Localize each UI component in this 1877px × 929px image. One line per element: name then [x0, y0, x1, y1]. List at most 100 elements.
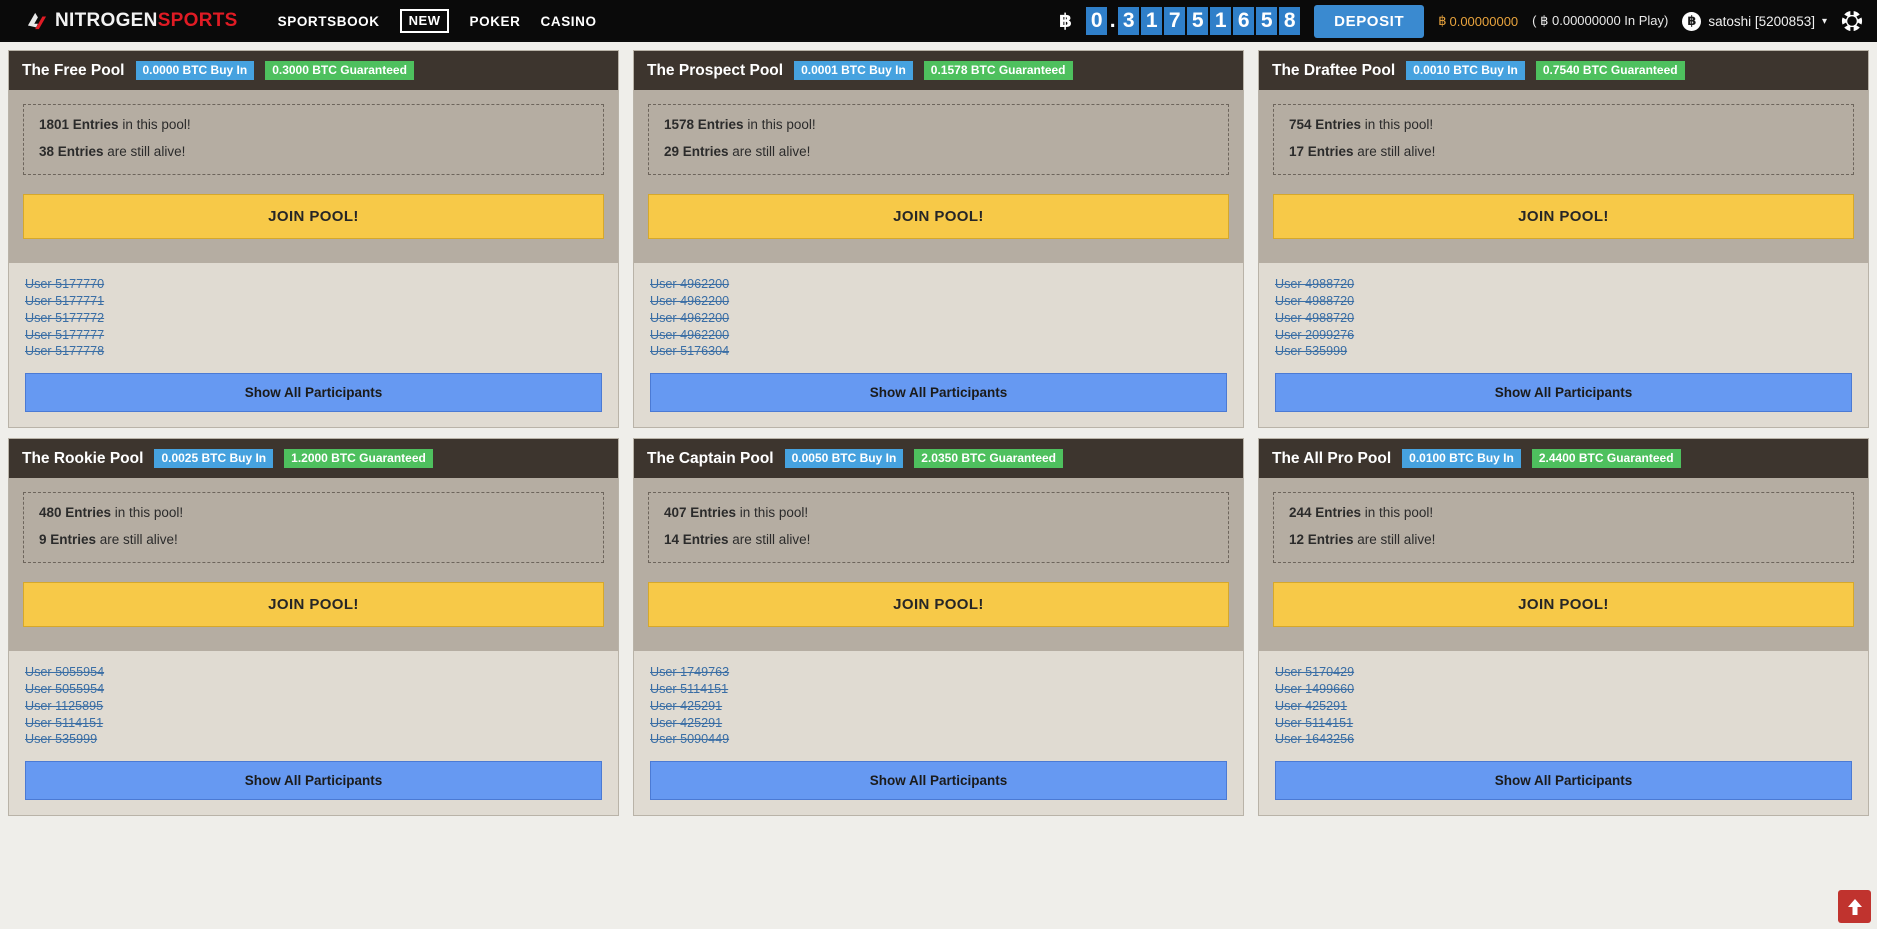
participant-link[interactable]: User 4962200 [650, 327, 1227, 344]
balance-digit: 3 [1118, 7, 1139, 35]
buy-in-badge: 0.0000 BTC Buy In [136, 61, 255, 80]
pool-card-body: 1578 Entries in this pool!29 Entries are… [634, 90, 1243, 263]
username-label: satoshi [5200853] [1708, 14, 1815, 29]
participant-link[interactable]: User 5177777 [25, 327, 602, 344]
entries-total-line: 754 Entries in this pool! [1289, 118, 1838, 132]
entries-alive-suffix: are still alive! [729, 532, 811, 547]
join-pool-button[interactable]: JOIN POOL! [23, 194, 604, 239]
balance-digit: 7 [1164, 7, 1185, 35]
nav-item-casino[interactable]: CASINO [541, 14, 597, 29]
entries-alive-line: 17 Entries are still alive! [1289, 145, 1838, 159]
participant-link[interactable]: User 5114151 [1275, 715, 1852, 732]
participant-link[interactable]: User 5170429 [1275, 664, 1852, 681]
participant-link[interactable]: User 5090449 [650, 731, 1227, 748]
participant-link[interactable]: User 4988720 [1275, 310, 1852, 327]
pool-card-footer: User 5177770User 5177771User 5177772User… [9, 263, 618, 427]
pool-card: The Rookie Pool0.0025 BTC Buy In1.2000 B… [8, 438, 619, 816]
entries-alive-count: 12 Entries [1289, 532, 1354, 547]
bonus-balance-value: 0.00000000 [1449, 14, 1518, 29]
deposit-button[interactable]: DEPOSIT [1314, 5, 1424, 38]
show-all-participants-button[interactable]: Show All Participants [650, 761, 1227, 800]
participant-link[interactable]: User 5114151 [650, 681, 1227, 698]
entries-total-line: 1801 Entries in this pool! [39, 118, 588, 132]
brand-logo[interactable]: NITROGENSPORTS [26, 10, 238, 32]
nav-item-new[interactable]: NEW [400, 9, 450, 33]
entries-alive-line: 9 Entries are still alive! [39, 533, 588, 547]
participant-link[interactable]: User 1749763 [650, 664, 1227, 681]
nav-item-poker[interactable]: POKER [469, 14, 520, 29]
entries-total-suffix: in this pool! [1361, 117, 1433, 132]
show-all-participants-button[interactable]: Show All Participants [1275, 761, 1852, 800]
join-pool-button[interactable]: JOIN POOL! [648, 194, 1229, 239]
brand-name-secondary: SPORTS [158, 10, 238, 31]
participant-link[interactable]: User 5114151 [25, 715, 602, 732]
participant-link[interactable]: User 4962200 [650, 293, 1227, 310]
entries-alive-count: 38 Entries [39, 144, 104, 159]
pool-card: The Prospect Pool0.0001 BTC Buy In0.1578… [633, 50, 1244, 428]
pool-grid: The Free Pool0.0000 BTC Buy In0.3000 BTC… [0, 42, 1877, 816]
entries-total-count: 1578 Entries [664, 117, 744, 132]
participant-link[interactable]: User 4988720 [1275, 293, 1852, 310]
guaranteed-badge: 0.7540 BTC Guaranteed [1536, 61, 1685, 80]
join-pool-button[interactable]: JOIN POOL! [23, 582, 604, 627]
user-menu[interactable]: ฿ satoshi [5200853] ▾ [1682, 12, 1827, 31]
entries-total-suffix: in this pool! [744, 117, 816, 132]
show-all-participants-button[interactable]: Show All Participants [25, 761, 602, 800]
participant-link[interactable]: User 4988720 [1275, 276, 1852, 293]
guaranteed-badge: 0.3000 BTC Guaranteed [265, 61, 414, 80]
participant-link[interactable]: User 5177771 [25, 293, 602, 310]
participant-link[interactable]: User 4962200 [650, 310, 1227, 327]
entries-alive-suffix: are still alive! [96, 532, 178, 547]
pool-card-footer: User 1749763User 5114151User 425291User … [634, 651, 1243, 815]
chevron-down-icon: ▾ [1822, 16, 1827, 27]
participant-link[interactable]: User 5177778 [25, 343, 602, 360]
join-pool-button[interactable]: JOIN POOL! [648, 582, 1229, 627]
show-all-participants-button[interactable]: Show All Participants [25, 373, 602, 412]
balance-digit: 0 [1086, 7, 1107, 35]
buy-in-badge: 0.0010 BTC Buy In [1406, 61, 1525, 80]
balance-odometer[interactable]: 0.31751658 [1086, 7, 1300, 35]
join-pool-button[interactable]: JOIN POOL! [1273, 582, 1854, 627]
bitcoin-symbol-icon-small: ฿ [1438, 13, 1446, 29]
participant-link[interactable]: User 1125895 [25, 698, 602, 715]
pool-card-footer: User 5170429User 1499660User 425291User … [1259, 651, 1868, 815]
buy-in-badge: 0.0025 BTC Buy In [154, 449, 273, 468]
pool-title: The Captain Pool [647, 450, 774, 468]
arrow-up-icon [1847, 898, 1863, 916]
participant-link[interactable]: User 5055954 [25, 681, 602, 698]
poker-chip-icon[interactable] [1841, 10, 1863, 32]
pool-card: The Free Pool0.0000 BTC Buy In0.3000 BTC… [8, 50, 619, 428]
show-all-participants-button[interactable]: Show All Participants [650, 373, 1227, 412]
entries-alive-suffix: are still alive! [729, 144, 811, 159]
pool-stats-box: 480 Entries in this pool!9 Entries are s… [23, 492, 604, 563]
participant-link[interactable]: User 5055954 [25, 664, 602, 681]
pool-card-header: The Rookie Pool0.0025 BTC Buy In1.2000 B… [9, 439, 618, 478]
account-area: ฿ 0.31751658 DEPOSIT ฿0.00000000 ( ฿ 0.0… [1059, 5, 1877, 38]
balance-decimal-point: . [1109, 7, 1116, 35]
participant-link[interactable]: User 425291 [650, 698, 1227, 715]
entries-total-count: 754 Entries [1289, 117, 1361, 132]
participant-link[interactable]: User 535999 [25, 731, 602, 748]
participant-link[interactable]: User 4962200 [650, 276, 1227, 293]
participant-list: User 1749763User 5114151User 425291User … [650, 664, 1227, 748]
user-avatar-icon: ฿ [1682, 12, 1701, 31]
participant-link[interactable]: User 5176304 [650, 343, 1227, 360]
participant-link[interactable]: User 425291 [1275, 698, 1852, 715]
participant-link[interactable]: User 535999 [1275, 343, 1852, 360]
participant-link[interactable]: User 1643256 [1275, 731, 1852, 748]
participant-link[interactable]: User 5177770 [25, 276, 602, 293]
guaranteed-badge: 1.2000 BTC Guaranteed [284, 449, 433, 468]
entries-total-suffix: in this pool! [736, 505, 808, 520]
participant-link[interactable]: User 425291 [650, 715, 1227, 732]
participant-link[interactable]: User 5177772 [25, 310, 602, 327]
participant-link[interactable]: User 1499660 [1275, 681, 1852, 698]
pool-stats-box: 1801 Entries in this pool!38 Entries are… [23, 104, 604, 175]
join-pool-button[interactable]: JOIN POOL! [1273, 194, 1854, 239]
nav-item-sportsbook[interactable]: SPORTSBOOK [278, 14, 380, 29]
show-all-participants-button[interactable]: Show All Participants [1275, 373, 1852, 412]
pool-card-body: 480 Entries in this pool!9 Entries are s… [9, 478, 618, 651]
entries-alive-line: 14 Entries are still alive! [664, 533, 1213, 547]
scroll-to-top-button[interactable] [1838, 890, 1871, 923]
participant-link[interactable]: User 2099276 [1275, 327, 1852, 344]
main-nav: SPORTSBOOK NEW POKER CASINO [278, 9, 597, 33]
